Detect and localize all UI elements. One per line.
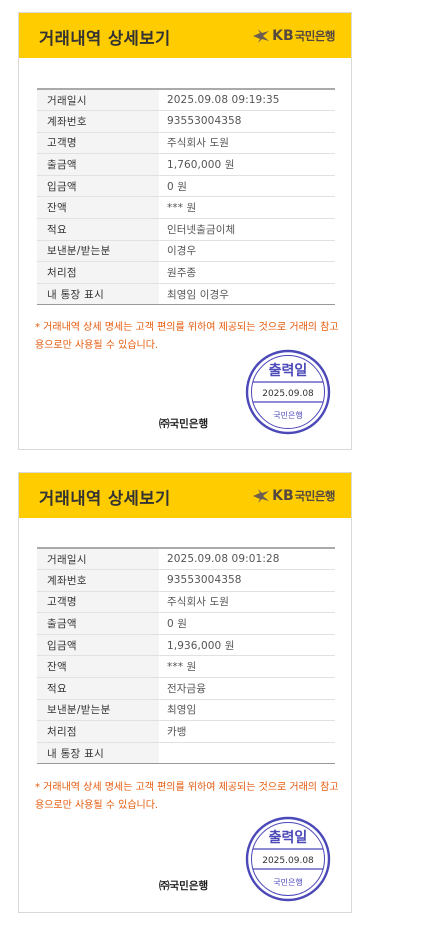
table-row: 보낸분/받는분 최영임: [37, 699, 335, 722]
row-value: 1,760,000 원: [159, 153, 335, 176]
row-label: 출금액: [37, 153, 159, 176]
table-row: 보낸분/받는분 이경우: [37, 240, 335, 263]
transaction-detail-card-2: 거래내역 상세보기 KB 국민은행 거래일시 2025.09.08 09:01:2…: [18, 472, 352, 913]
detail-table: 거래일시 2025.09.08 09:01:28 계좌번호 93553004358 …: [37, 547, 335, 765]
row-label: 보낸분/받는분: [37, 240, 159, 263]
table-row: 입금액 0 원: [37, 175, 335, 198]
output-date-stamp: 출력일 2025.09.08 국민은행: [245, 816, 331, 902]
row-value: 인터넷출금이체: [159, 218, 335, 241]
row-label: 거래일시: [37, 547, 159, 571]
row-value: 이경우: [159, 240, 335, 263]
notice-text: * 거래내역 상세 명세는 고객 편의를 위하여 제공되는 것으로 거래의 참고…: [35, 782, 339, 811]
table-row: 처리점 원주종: [37, 261, 335, 284]
issuer-name: ㈜국민은행: [159, 418, 209, 430]
row-label: 거래일시: [37, 88, 159, 112]
table-row: 계좌번호 93553004358: [37, 110, 335, 133]
row-label: 보낸분/받는분: [37, 699, 159, 722]
row-label: 고객명: [37, 591, 159, 614]
row-label: 입금액: [37, 634, 159, 657]
row-value: 카뱅: [159, 720, 335, 743]
row-label: 고객명: [37, 132, 159, 155]
row-value: *** 원: [159, 196, 335, 220]
table-row: 고객명 주식회사 도원: [37, 132, 335, 155]
stamp-top-text: 출력일: [269, 362, 308, 379]
logo-bank-text: 국민은행: [294, 489, 336, 503]
row-value: 1,936,000 원: [159, 634, 335, 657]
row-value: 주식회사 도원: [159, 591, 335, 614]
row-value: 2025.09.08 09:01:28: [159, 547, 335, 571]
table-row: 처리점 카뱅: [37, 720, 335, 743]
kb-star-icon: [253, 29, 270, 43]
row-label: 잔액: [37, 655, 159, 679]
row-label: 내 통장 표시: [37, 742, 159, 765]
table-row: 입금액 1,936,000 원: [37, 634, 335, 657]
row-value: 0 원: [159, 175, 335, 198]
row-label: 처리점: [37, 720, 159, 743]
kb-logo: KB 국민은행: [252, 27, 336, 45]
table-row: 적요 전자금융: [37, 677, 335, 700]
stamp-date: 2025.09.08: [262, 856, 314, 866]
table-row: 내 통장 표시: [37, 742, 335, 765]
row-label: 적요: [37, 677, 159, 700]
card-header: 거래내역 상세보기 KB 국민은행: [19, 13, 351, 58]
row-label: 잔액: [37, 196, 159, 220]
table-row: 출금액 0 원: [37, 612, 335, 635]
row-value: 최영임: [159, 699, 335, 722]
stamp-top-text: 출력일: [269, 829, 308, 846]
transaction-detail-card-1: 거래내역 상세보기 KB 국민은행 거래일시 2025.09.08 09:19:3…: [18, 12, 352, 450]
card-title: 거래내역 상세보기: [39, 489, 171, 508]
row-value: 93553004358: [159, 110, 335, 133]
row-value: 93553004358: [159, 569, 335, 592]
logo-kb-text: KB: [272, 28, 294, 44]
card-header: 거래내역 상세보기 KB 국민은행: [19, 473, 351, 518]
table-row: 잔액 *** 원: [37, 655, 335, 679]
row-value: *** 원: [159, 655, 335, 679]
table-row: 적요 인터넷출금이체: [37, 218, 335, 241]
row-label: 계좌번호: [37, 569, 159, 592]
row-value: 2025.09.08 09:19:35: [159, 88, 335, 112]
row-label: 계좌번호: [37, 110, 159, 133]
row-value: 최영임 이경우: [159, 283, 335, 306]
row-label: 입금액: [37, 175, 159, 198]
stamp-date: 2025.09.08: [262, 389, 314, 399]
row-value: [159, 742, 335, 765]
detail-table: 거래일시 2025.09.08 09:19:35 계좌번호 93553004358 …: [37, 88, 335, 306]
table-row: 내 통장 표시 최영임 이경우: [37, 283, 335, 306]
table-row: 잔액 *** 원: [37, 196, 335, 220]
row-value: 주식회사 도원: [159, 132, 335, 155]
row-value: 0 원: [159, 612, 335, 635]
kb-star-icon: [253, 489, 270, 503]
stamp-bottom-text: 국민은행: [273, 877, 302, 887]
row-label: 처리점: [37, 261, 159, 284]
table-row: 거래일시 2025.09.08 09:01:28: [37, 547, 335, 571]
output-date-stamp: 출력일 2025.09.08 국민은행: [245, 349, 331, 435]
table-row: 거래일시 2025.09.08 09:19:35: [37, 88, 335, 112]
row-label: 적요: [37, 218, 159, 241]
stamp-bottom-text: 국민은행: [273, 410, 302, 420]
kb-logo: KB 국민은행: [252, 487, 336, 505]
issuer-name: ㈜국민은행: [159, 880, 209, 892]
row-label: 내 통장 표시: [37, 283, 159, 306]
row-label: 출금액: [37, 612, 159, 635]
row-value: 전자금융: [159, 677, 335, 700]
table-row: 출금액 1,760,000 원: [37, 153, 335, 176]
table-row: 고객명 주식회사 도원: [37, 591, 335, 614]
table-row: 계좌번호 93553004358: [37, 569, 335, 592]
logo-kb-text: KB: [272, 488, 294, 504]
row-value: 원주종: [159, 261, 335, 284]
logo-bank-text: 국민은행: [294, 29, 336, 43]
card-title: 거래내역 상세보기: [39, 29, 171, 48]
